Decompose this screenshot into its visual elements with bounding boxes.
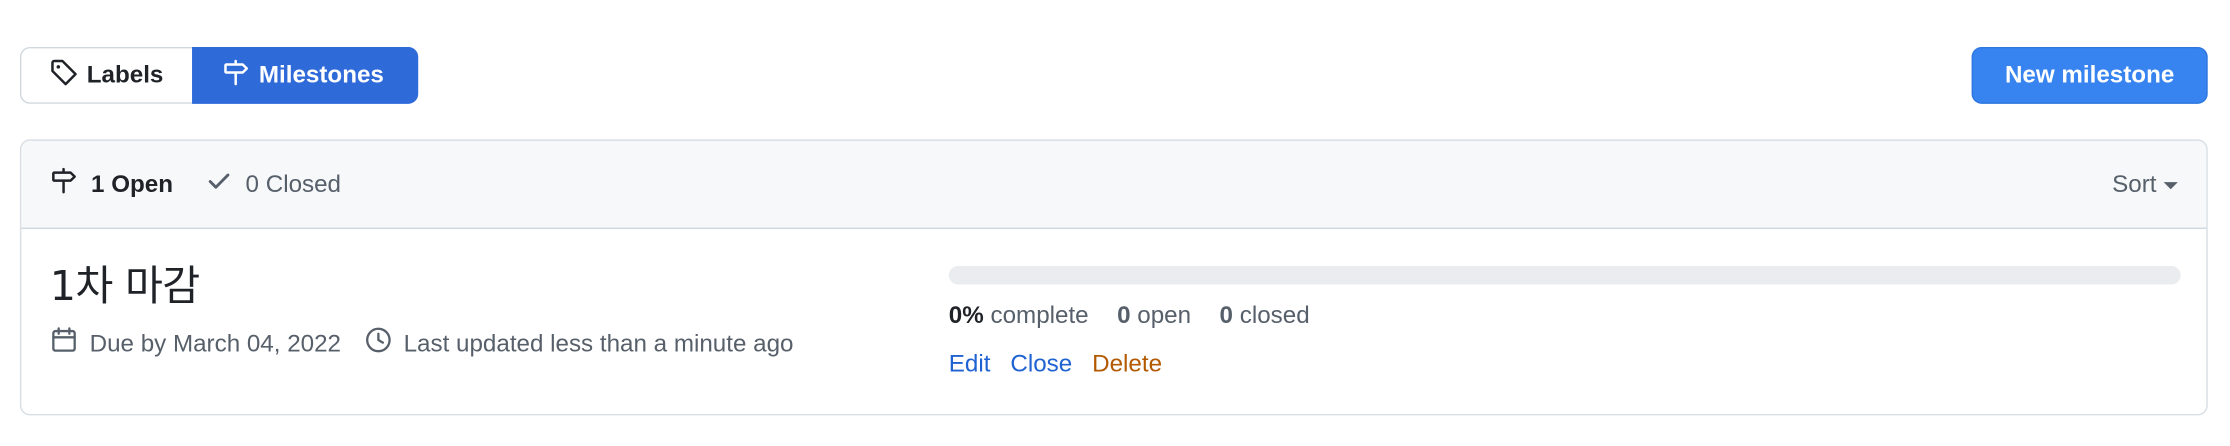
tag-icon <box>50 58 78 94</box>
top-bar: Labels Milestones New milestone <box>19 46 2208 104</box>
progress-bar <box>948 266 2181 285</box>
milestone-icon <box>222 58 250 94</box>
delete-link[interactable]: Delete <box>1092 350 1162 378</box>
check-icon <box>204 166 232 202</box>
subnav-milestones-label: Milestones <box>258 61 384 89</box>
close-link[interactable]: Close <box>1010 350 1072 378</box>
list-header: 1 Open 0 Closed Sort <box>21 140 2207 230</box>
closed-filter-label: 0 Closed <box>245 169 342 198</box>
milestone-info: 1차 마감 Due by March 04, 2022 Last updated… <box>50 260 794 361</box>
edit-link[interactable]: Edit <box>949 350 991 378</box>
closed-filter[interactable]: 0 Closed <box>204 166 341 202</box>
complete-stat: 0% complete <box>949 302 1089 330</box>
last-updated-text: Last updated less than a minute ago <box>403 329 794 357</box>
complete-value: 0% <box>948 301 984 329</box>
closed-label: closed <box>1239 301 1310 329</box>
progress-stats: 0% complete 0 open 0 closed <box>949 302 2181 330</box>
sort-label: Sort <box>2112 169 2157 198</box>
subnav-labels[interactable]: Labels <box>19 46 193 104</box>
closed-stat: 0 closed <box>1220 302 1310 330</box>
milestone-progress: 0% complete 0 open 0 closed Edit Close D… <box>948 266 2181 378</box>
open-label: open <box>1137 301 1192 329</box>
milestone-actions: Edit Close Delete <box>949 350 2181 378</box>
milestone-meta: Due by March 04, 2022 Last updated less … <box>50 326 794 362</box>
due-date-text: Due by March 04, 2022 <box>89 329 341 357</box>
new-milestone-button[interactable]: New milestone <box>1971 46 2208 104</box>
calendar-icon <box>50 326 78 362</box>
milestones-list: 1 Open 0 Closed Sort 1차 마감 Due by March … <box>19 139 2208 416</box>
sort-dropdown[interactable]: Sort <box>2112 170 2178 198</box>
last-updated: Last updated less than a minute ago <box>364 326 794 362</box>
state-filters: 1 Open 0 Closed <box>50 166 341 202</box>
subnav: Labels Milestones <box>19 46 419 104</box>
milestones-page: Labels Milestones New milestone 1 Open 0… <box>0 0 2230 446</box>
due-date: Due by March 04, 2022 <box>50 326 341 362</box>
open-filter[interactable]: 1 Open <box>50 166 173 202</box>
closed-value: 0 <box>1219 301 1234 329</box>
open-filter-label: 1 Open <box>91 169 174 198</box>
list-item: 1차 마감 Due by March 04, 2022 Last updated… <box>21 229 2206 414</box>
milestone-icon <box>50 166 78 202</box>
open-stat: 0 open <box>1117 302 1191 330</box>
complete-label: complete <box>990 301 1089 329</box>
subnav-labels-label: Labels <box>86 61 164 89</box>
clock-icon <box>364 326 392 362</box>
milestone-title[interactable]: 1차 마감 <box>50 260 794 311</box>
open-value: 0 <box>1117 301 1131 329</box>
caret-down-icon <box>2163 182 2178 190</box>
subnav-milestones[interactable]: Milestones <box>192 46 419 104</box>
